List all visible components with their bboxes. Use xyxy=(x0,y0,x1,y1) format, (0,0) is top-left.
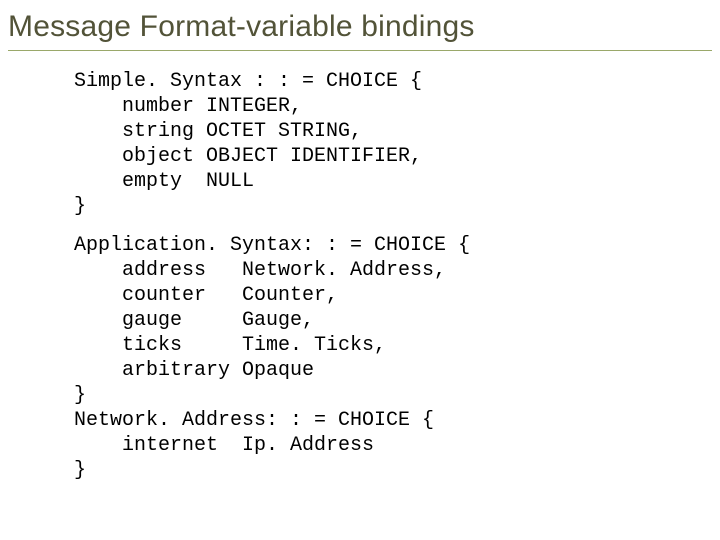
title-container: Message Format-variable bindings xyxy=(8,8,712,51)
content-area: Simple. Syntax : : = CHOICE { number INT… xyxy=(74,69,672,483)
page-title: Message Format-variable bindings xyxy=(8,10,712,44)
code-block-simple-syntax: Simple. Syntax : : = CHOICE { number INT… xyxy=(74,69,672,219)
code-block-application-syntax: Application. Syntax: : = CHOICE { addres… xyxy=(74,233,672,483)
slide: Message Format-variable bindings Simple.… xyxy=(0,0,720,540)
